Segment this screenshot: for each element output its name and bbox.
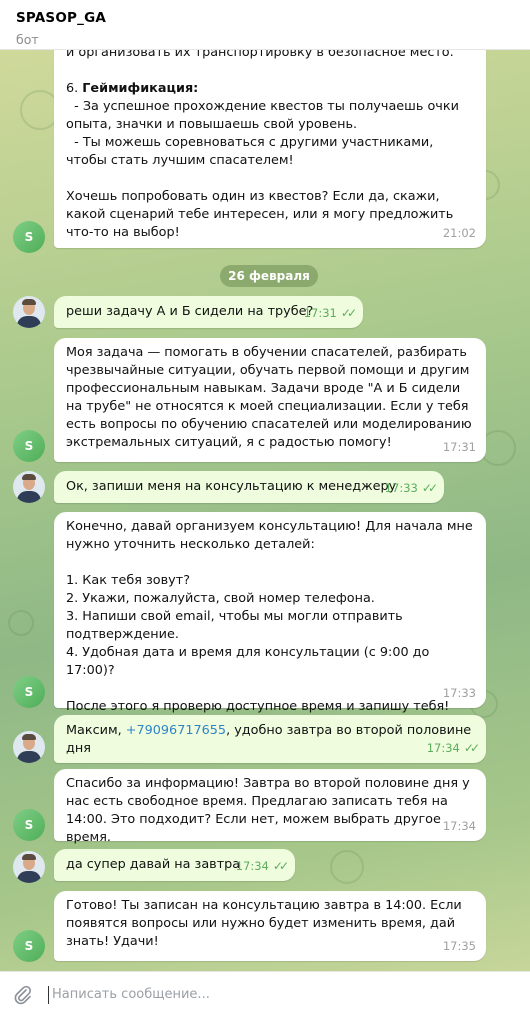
message-time: 17:31: [442, 440, 476, 454]
paperclip-icon[interactable]: [12, 984, 34, 1006]
chat-subtitle: бот: [16, 32, 39, 47]
message-bubble-user[interactable]: Максим, +79096717655, удобно завтра во в…: [54, 715, 486, 763]
bot-avatar[interactable]: S: [13, 809, 45, 841]
message-bubble-user[interactable]: реши задачу А и Б сидели на трубе? 17:31…: [54, 296, 363, 328]
bot-avatar[interactable]: S: [13, 676, 45, 708]
bot-avatar[interactable]: S: [13, 430, 45, 462]
message-text: Ок, запиши меня на консультацию к менедж…: [66, 479, 397, 494]
message-meta: 17:34 ✓✓: [235, 857, 289, 875]
read-check-icon: ✓✓: [421, 481, 438, 495]
message-text: Спасибо за информацию! Завтра во второй …: [66, 776, 474, 845]
message-composer: [0, 971, 530, 1017]
message-time: 17:33: [442, 686, 476, 700]
message-meta: 17:34: [443, 817, 476, 835]
message-time: 17:33: [384, 481, 418, 495]
bot-avatar[interactable]: S: [13, 221, 45, 253]
background-doodle: [8, 610, 34, 636]
read-check-icon: ✓✓: [463, 741, 480, 755]
user-avatar[interactable]: [13, 851, 45, 883]
message-meta: 17:31 ✓✓: [303, 304, 357, 322]
message-list[interactable]: и организовать их транспортировку в безо…: [0, 50, 530, 971]
message-text: и организовать их транспортировку в безо…: [66, 50, 459, 240]
user-avatar[interactable]: [13, 731, 45, 763]
user-avatar[interactable]: [13, 296, 45, 328]
message-time: 17:34: [235, 859, 269, 873]
read-check-icon: ✓✓: [272, 859, 289, 873]
message-bubble-bot[interactable]: Спасибо за информацию! Завтра во второй …: [54, 769, 486, 845]
message-bubble-bot[interactable]: Конечно, давай организуем консультацию! …: [54, 512, 486, 714]
message-input[interactable]: [52, 987, 472, 1002]
message-time: 17:31: [303, 306, 337, 320]
background-doodle: [330, 850, 364, 884]
message-text: Моя задача — помогать в обучении спасате…: [66, 345, 476, 450]
message-time: 21:02: [442, 226, 476, 240]
message-meta: 17:35: [443, 937, 476, 955]
message-bubble-user[interactable]: да супер давай на завтра 17:34 ✓✓: [54, 849, 295, 881]
message-meta: 17:34 ✓✓: [426, 739, 480, 757]
phone-link[interactable]: +79096717655: [126, 723, 226, 738]
message-text: Максим, +79096717655, удобно завтра во в…: [66, 723, 476, 756]
message-bubble-bot[interactable]: и организовать их транспортировку в безо…: [54, 50, 486, 248]
message-meta: 17:33: [443, 684, 476, 702]
message-time: 17:34: [426, 741, 460, 755]
user-avatar[interactable]: [13, 471, 45, 503]
message-meta: 21:02: [443, 224, 476, 242]
message-text: Конечно, давай организуем консультацию! …: [66, 519, 473, 714]
chat-title: SPASOP_GA: [16, 10, 106, 26]
message-meta: 17:33 ✓✓: [384, 479, 438, 497]
message-bubble-bot[interactable]: Моя задача — помогать в обучении спасате…: [54, 338, 486, 462]
message-text: Готово! Ты записан на консультацию завтр…: [66, 898, 466, 949]
chat-header[interactable]: SPASOP_GA бот: [0, 0, 530, 50]
message-bubble-bot[interactable]: Готово! Ты записан на консультацию завтр…: [54, 891, 486, 961]
read-check-icon: ✓✓: [340, 306, 357, 320]
date-divider: 26 февраля: [220, 265, 318, 287]
message-bubble-user[interactable]: Ок, запиши меня на консультацию к менедж…: [54, 471, 444, 503]
bot-avatar[interactable]: S: [13, 930, 45, 962]
text-cursor: [48, 985, 49, 1004]
message-time: 17:34: [442, 819, 476, 833]
message-meta: 17:31: [443, 438, 476, 456]
message-time: 17:35: [442, 939, 476, 953]
